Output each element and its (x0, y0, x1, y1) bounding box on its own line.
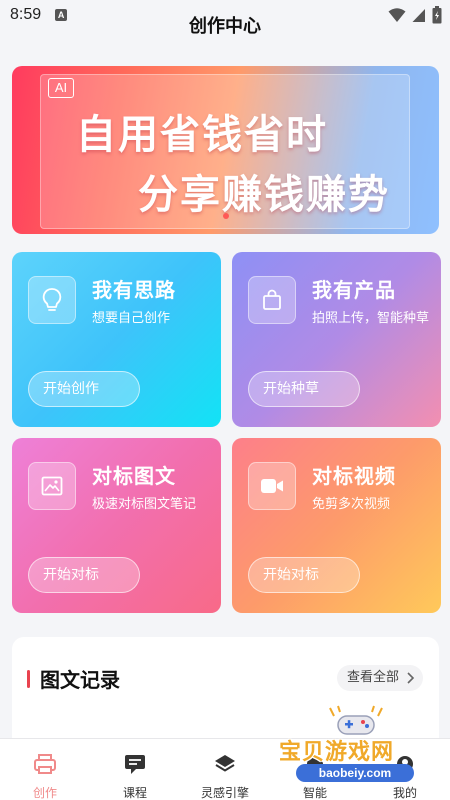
watermark-url: baobeiy.com (296, 764, 414, 782)
image-icon (28, 462, 76, 510)
tab-label: 灵感引擎 (200, 786, 249, 800)
section-accent-bar (27, 670, 30, 688)
lightbulb-icon (28, 276, 76, 324)
gamepad-logo-icon (329, 705, 383, 735)
shopping-bag-icon (248, 276, 296, 324)
tab-courses[interactable]: 课程 (90, 739, 180, 800)
card-my-idea[interactable]: 我有思路 想要自己创作 开始创作 (12, 252, 221, 427)
site-watermark: 宝贝游戏网 baobeiy.com (276, 704, 436, 788)
view-all-button[interactable]: 查看全部 (336, 665, 423, 691)
card-benchmark-post[interactable]: 对标图文 极速对标图文笔记 开始对标 (12, 438, 221, 613)
records-title: 图文记录 (40, 668, 120, 692)
card-my-product[interactable]: 我有产品 拍照上传，智能种草 开始种草 (232, 252, 441, 427)
banner-headline-1: 自用省钱省时 (76, 112, 328, 158)
tab-label: 创作 (32, 786, 57, 800)
card-title: 对标视频 (312, 464, 396, 488)
card-desc: 免剪多次视频 (312, 497, 391, 512)
tab-label: 课程 (122, 786, 147, 800)
card-desc: 想要自己创作 (92, 311, 171, 326)
start-create-button[interactable]: 开始创作 (28, 371, 140, 407)
chat-screen-icon (125, 755, 145, 774)
tab-inspiration[interactable]: 灵感引擎 (180, 739, 270, 800)
card-desc: 极速对标图文笔记 (92, 497, 197, 512)
chevron-right-icon (407, 672, 415, 684)
card-title: 我有思路 (92, 278, 176, 302)
layers-icon (215, 755, 235, 772)
view-all-label: 查看全部 (346, 670, 399, 685)
start-benchmark-video-button[interactable]: 开始对标 (248, 557, 360, 593)
page-title: 创作中心 (189, 16, 261, 37)
start-benchmark-button[interactable]: 开始对标 (28, 557, 140, 593)
card-title: 对标图文 (92, 464, 176, 488)
card-benchmark-video[interactable]: 对标视频 免剪多次视频 开始对标 (232, 438, 441, 613)
video-camera-icon (248, 462, 296, 510)
watermark-text: 宝贝游戏网 (279, 740, 395, 765)
card-title: 我有产品 (312, 278, 396, 302)
banner-indicator-dot (223, 213, 229, 219)
ai-badge: AI (48, 78, 74, 98)
printer-icon (34, 754, 56, 774)
tab-create[interactable]: 创作 (0, 739, 90, 800)
card-desc: 拍照上传，智能种草 (312, 311, 430, 326)
banner-headline-2: 分享赚钱赚势 (138, 172, 390, 218)
start-seeding-button[interactable]: 开始种草 (248, 371, 360, 407)
promo-banner[interactable]: AI 自用省钱省时 分享赚钱赚势 (12, 66, 439, 234)
